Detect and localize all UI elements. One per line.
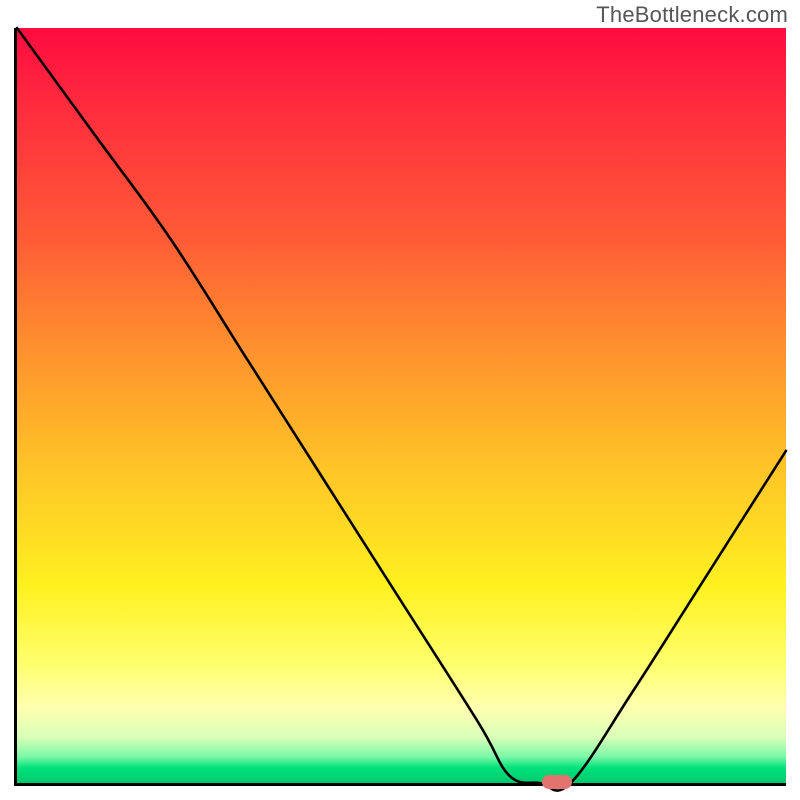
watermark-text: TheBottleneck.com (596, 2, 788, 28)
curve-layer (17, 28, 786, 783)
bottleneck-chart: TheBottleneck.com (0, 0, 800, 800)
bottleneck-curve-path (17, 28, 786, 791)
optimal-point-marker (542, 775, 572, 789)
plot-area (14, 28, 786, 786)
